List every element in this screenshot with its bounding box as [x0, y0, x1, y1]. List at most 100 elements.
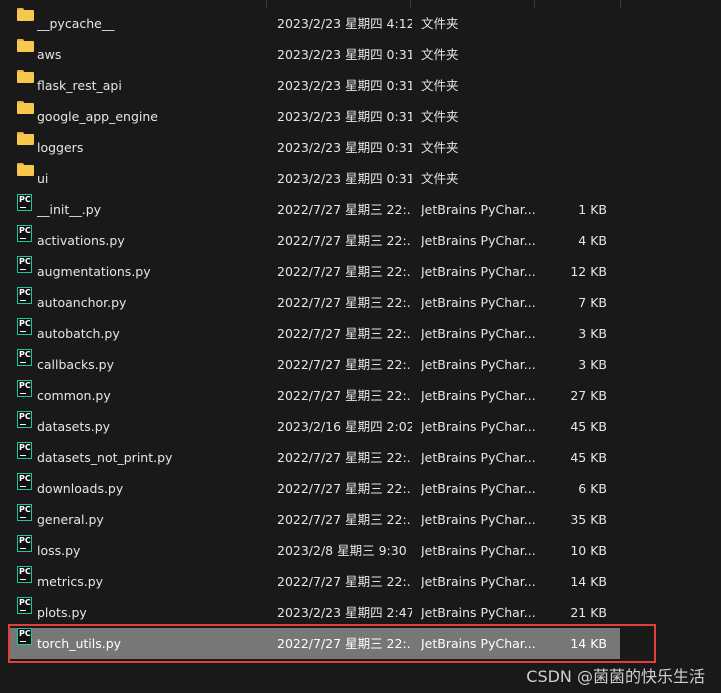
file-name: common.py [37, 388, 111, 403]
file-list: __pycache__ 2023/2/23 星期四 4:12 文件夹 aws 2023/… [10, 8, 620, 659]
pycharm-file-icon: PC [17, 473, 32, 490]
file-row[interactable]: PC autoanchor.py 2022/7/27 星期三 22:... JetBr… [10, 287, 620, 318]
file-type: JetBrains PyChar... [421, 233, 536, 248]
pycharm-icon-text: PC [19, 257, 31, 266]
pycharm-icon-text: PC [19, 226, 31, 235]
file-size: 1 KB [578, 202, 607, 217]
file-type: JetBrains PyChar... [421, 574, 536, 589]
column-divider [620, 0, 621, 8]
file-size: 3 KB [578, 357, 607, 372]
file-row[interactable]: PC torch_utils.py 2022/7/27 星期三 22:... JetB… [10, 628, 620, 659]
file-date-modified: 2022/7/27 星期三 22:... [277, 512, 412, 527]
pycharm-file-icon: PC [17, 566, 32, 583]
file-row[interactable]: PC metrics.py 2022/7/27 星期三 22:... JetBrain… [10, 566, 620, 597]
file-type: 文件夹 [421, 47, 459, 62]
file-row[interactable]: PC autobatch.py 2022/7/27 星期三 22:... JetBra… [10, 318, 620, 349]
file-date-modified: 2023/2/23 星期四 4:12 [277, 16, 412, 31]
file-date-modified: 2022/7/27 星期三 22:... [277, 357, 412, 372]
file-name: google_app_engine [37, 109, 158, 124]
file-name: loss.py [37, 543, 81, 558]
file-row[interactable]: PC common.py 2022/7/27 星期三 22:... JetBrains… [10, 380, 620, 411]
file-size: 6 KB [578, 481, 607, 496]
file-size: 3 KB [578, 326, 607, 341]
pycharm-file-icon: PC [17, 411, 32, 428]
pycharm-icon-text: PC [19, 443, 31, 452]
file-date-modified: 2022/7/27 星期三 22:... [277, 264, 412, 279]
file-type: 文件夹 [421, 140, 459, 155]
file-row[interactable]: PC activations.py 2022/7/27 星期三 22:... JetB… [10, 225, 620, 256]
file-date-modified: 2023/2/8 星期三 9:30 [277, 543, 407, 558]
file-date-modified: 2022/7/27 星期三 22:... [277, 233, 412, 248]
file-size: 35 KB [570, 512, 607, 527]
file-type: JetBrains PyChar... [421, 264, 536, 279]
file-row[interactable]: PC datasets_not_print.py 2022/7/27 星期三 22:… [10, 442, 620, 473]
pycharm-icon-text: PC [19, 598, 31, 607]
file-size: 4 KB [578, 233, 607, 248]
file-name: __pycache__ [37, 16, 115, 31]
file-type: JetBrains PyChar... [421, 450, 536, 465]
file-name: general.py [37, 512, 104, 527]
pycharm-file-icon: PC [17, 318, 32, 335]
file-row[interactable]: PC loss.py 2023/2/8 星期三 9:30 JetBrains PyCh… [10, 535, 620, 566]
pycharm-file-icon: PC [17, 256, 32, 273]
file-type: 文件夹 [421, 171, 459, 186]
pycharm-icon-text: PC [19, 629, 31, 638]
file-row[interactable]: __pycache__ 2023/2/23 星期四 4:12 文件夹 [10, 8, 620, 39]
folder-icon [17, 8, 34, 21]
file-row[interactable]: ui 2023/2/23 星期四 0:31 文件夹 [10, 163, 620, 194]
pycharm-icon-text: PC [19, 350, 31, 359]
file-date-modified: 2022/7/27 星期三 22:... [277, 636, 412, 651]
file-type: JetBrains PyChar... [421, 419, 536, 434]
file-row[interactable]: google_app_engine 2023/2/23 星期四 0:31 文件夹 [10, 101, 620, 132]
folder-icon [17, 39, 34, 52]
file-row[interactable]: loggers 2023/2/23 星期四 0:31 文件夹 [10, 132, 620, 163]
pycharm-file-icon: PC [17, 597, 32, 614]
file-date-modified: 2023/2/23 星期四 0:31 [277, 140, 412, 155]
pycharm-icon-text: PC [19, 195, 31, 204]
file-type: JetBrains PyChar... [421, 326, 536, 341]
file-date-modified: 2022/7/27 星期三 22:... [277, 326, 412, 341]
file-date-modified: 2022/7/27 星期三 22:... [277, 574, 412, 589]
pycharm-icon-text: PC [19, 288, 31, 297]
file-date-modified: 2023/2/23 星期四 0:31 [277, 78, 412, 93]
pycharm-file-icon: PC [17, 349, 32, 366]
column-divider [266, 0, 267, 8]
file-name: augmentations.py [37, 264, 151, 279]
pycharm-file-icon: PC [17, 194, 32, 211]
pycharm-icon-text: PC [19, 536, 31, 545]
pycharm-file-icon: PC [17, 287, 32, 304]
file-size: 21 KB [570, 605, 607, 620]
file-row[interactable]: flask_rest_api 2023/2/23 星期四 0:31 文件夹 [10, 70, 620, 101]
file-name: torch_utils.py [37, 636, 122, 651]
file-size: 12 KB [570, 264, 607, 279]
file-date-modified: 2022/7/27 星期三 22:... [277, 450, 412, 465]
file-row[interactable]: PC plots.py 2023/2/23 星期四 2:47 JetBrains Py… [10, 597, 620, 628]
file-row[interactable]: PC __init__.py 2022/7/27 星期三 22:... JetBrai… [10, 194, 620, 225]
file-name: metrics.py [37, 574, 104, 589]
file-type: JetBrains PyChar... [421, 295, 536, 310]
file-type: 文件夹 [421, 109, 459, 124]
file-type: JetBrains PyChar... [421, 636, 536, 651]
file-row[interactable]: PC downloads.py 2022/7/27 星期三 22:... JetBra… [10, 473, 620, 504]
file-name: autobatch.py [37, 326, 120, 341]
file-type: JetBrains PyChar... [421, 512, 536, 527]
column-divider [410, 0, 411, 8]
file-row[interactable]: PC augmentations.py 2022/7/27 星期三 22:... Je… [10, 256, 620, 287]
file-size: 45 KB [570, 419, 607, 434]
watermark: CSDN @菌菌的快乐生活 [526, 667, 705, 686]
file-date-modified: 2022/7/27 星期三 22:... [277, 202, 412, 217]
pycharm-file-icon: PC [17, 504, 32, 521]
file-name: plots.py [37, 605, 87, 620]
pycharm-icon-text: PC [19, 319, 31, 328]
folder-icon [17, 101, 34, 114]
file-row[interactable]: PC callbacks.py 2022/7/27 星期三 22:... JetBra… [10, 349, 620, 380]
file-type: JetBrains PyChar... [421, 605, 536, 620]
file-name: loggers [37, 140, 84, 155]
file-row[interactable]: PC datasets.py 2023/2/16 星期四 2:02 JetBrains… [10, 411, 620, 442]
file-row[interactable]: aws 2023/2/23 星期四 0:31 文件夹 [10, 39, 620, 70]
file-date-modified: 2022/7/27 星期三 22:... [277, 481, 412, 496]
file-type: JetBrains PyChar... [421, 202, 536, 217]
file-date-modified: 2022/7/27 星期三 22:... [277, 388, 412, 403]
file-name: flask_rest_api [37, 78, 122, 93]
file-row[interactable]: PC general.py 2022/7/27 星期三 22:... JetBrain… [10, 504, 620, 535]
